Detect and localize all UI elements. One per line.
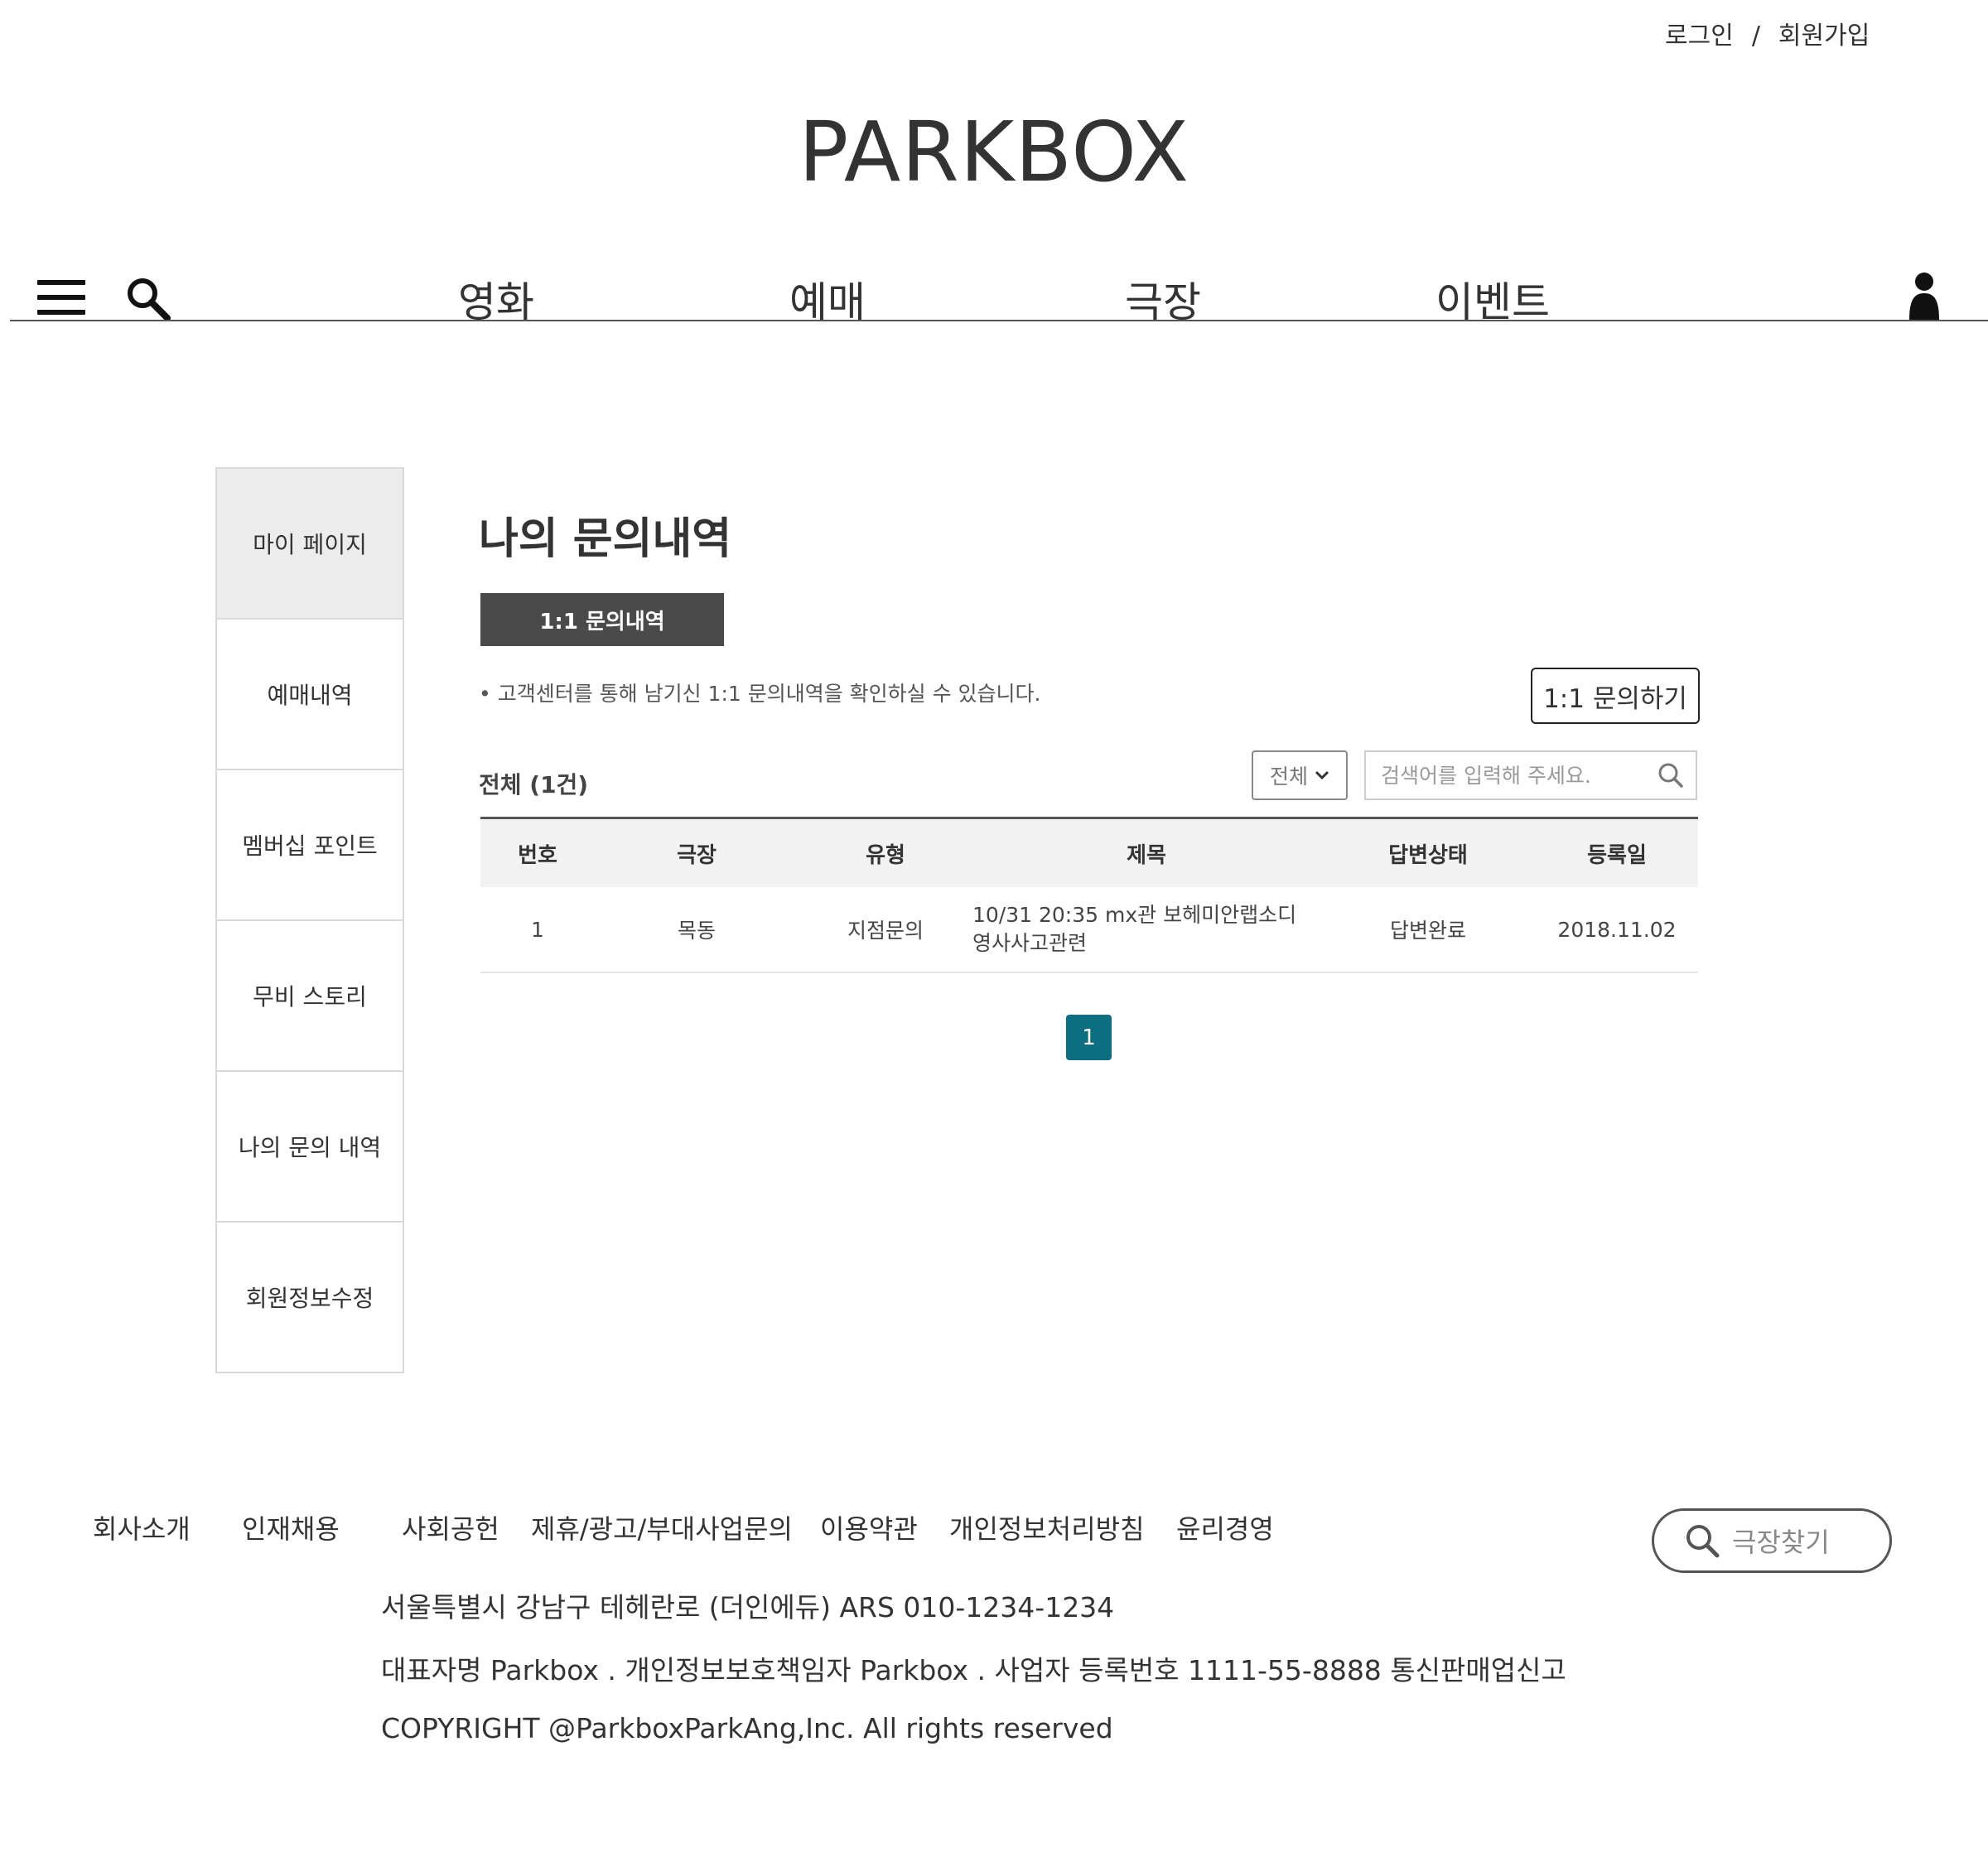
column-header-type: 유형 — [866, 842, 905, 868]
column-header-theater: 극장 — [677, 842, 717, 868]
footer-address: 서울특별시 강남구 테헤란로 (더인에듀) ARS 010-1234-1234 — [381, 1591, 1115, 1623]
search-icon — [1686, 1525, 1720, 1558]
sidebar-item-bookings[interactable]: 예매내역 — [217, 620, 403, 770]
footer-link-privacy[interactable]: 개인정보처리방침 — [949, 1508, 1145, 1546]
top-links: 로그인 / 회원가입 — [1665, 15, 1870, 51]
login-link[interactable]: 로그인 — [1665, 22, 1734, 51]
page-title: 나의 문의내역 — [479, 514, 732, 564]
pagination-page-current[interactable]: 1 — [1066, 1015, 1112, 1060]
sidebar-item-movie-story[interactable]: 무비 스토리 — [217, 921, 403, 1072]
result-count: 전체 (1건) — [479, 771, 589, 798]
column-header-date: 등록일 — [1587, 842, 1647, 868]
table-row[interactable]: 1 목동 지점문의 10/31 20:35 mx관 보헤미안랩소디 영사사고관련… — [480, 887, 1698, 973]
cell-title-line1: 10/31 20:35 mx관 보헤미안랩소디 — [972, 903, 1297, 927]
search-icon[interactable] — [1657, 762, 1684, 789]
tab-inquiry-history[interactable]: 1:1 문의내역 — [480, 593, 724, 646]
footer-link-ethics[interactable]: 윤리경영 — [1176, 1508, 1274, 1546]
user-icon[interactable] — [1908, 272, 1941, 320]
link-separator: / — [1751, 22, 1760, 51]
cell-number: 1 — [531, 917, 544, 942]
search-icon[interactable] — [124, 275, 172, 323]
search-input[interactable] — [1379, 762, 1657, 789]
signup-link[interactable]: 회원가입 — [1778, 22, 1870, 51]
footer-copyright: COPYRIGHT @ParkboxParkAng,Inc. All right… — [381, 1712, 1113, 1744]
footer-link-company[interactable]: 회사소개 — [93, 1508, 191, 1546]
footer-link-terms[interactable]: 이용약관 — [820, 1508, 918, 1546]
footer-company-info: 대표자명 Parkbox . 개인정보보호책임자 Parkbox . 사업자 등… — [381, 1654, 1566, 1686]
column-header-status: 답변상태 — [1388, 842, 1468, 868]
sidebar-item-edit-profile[interactable]: 회원정보수정 — [217, 1223, 403, 1372]
cell-theater: 목동 — [677, 919, 716, 943]
find-theater-button[interactable]: 극장찾기 — [1652, 1508, 1892, 1573]
filter-selected-value: 전체 — [1269, 765, 1308, 789]
nav-divider — [10, 320, 1988, 321]
cell-date: 2018.11.02 — [1557, 917, 1677, 942]
site-logo[interactable]: PARKBOX — [0, 104, 1988, 200]
cell-type: 지점문의 — [847, 919, 924, 943]
notice-text: • 고객센터를 통해 남기신 1:1 문의내역을 확인하실 수 있습니다. — [479, 682, 1041, 706]
column-header-number: 번호 — [518, 842, 557, 868]
sidebar: 마이 페이지 예매내역 멤버십 포인트 무비 스토리 나의 문의 내역 회원정보… — [215, 467, 404, 1373]
footer-link-careers[interactable]: 인재채용 — [242, 1508, 340, 1546]
sidebar-item-membership-points[interactable]: 멤버십 포인트 — [217, 770, 403, 921]
footer-link-partnership[interactable]: 제휴/광고/부대사업문의 — [531, 1508, 793, 1546]
sidebar-item-my-inquiries[interactable]: 나의 문의 내역 — [217, 1072, 403, 1223]
chevron-down-icon — [1315, 770, 1329, 780]
new-inquiry-button[interactable]: 1:1 문의하기 — [1531, 668, 1700, 724]
cell-title-line2: 영사사고관련 — [972, 931, 1088, 955]
column-header-title: 제목 — [1127, 842, 1166, 868]
sidebar-item-mypage[interactable]: 마이 페이지 — [217, 469, 403, 620]
inquiry-table: 번호 극장 유형 제목 답변상태 등록일 1 목동 지점문의 10/31 20:… — [480, 817, 1698, 973]
find-theater-label: 극장찾기 — [1732, 1527, 1830, 1558]
cell-title[interactable]: 10/31 20:35 mx관 보헤미안랩소디 영사사고관련 — [972, 901, 1320, 958]
table-header: 번호 극장 유형 제목 답변상태 등록일 — [480, 817, 1698, 887]
hamburger-menu-icon[interactable] — [37, 280, 87, 316]
footer-link-social[interactable]: 사회공헌 — [402, 1508, 499, 1546]
filter-select[interactable]: 전체 — [1252, 750, 1348, 800]
cell-status: 답변완료 — [1389, 919, 1466, 943]
search-field — [1364, 750, 1697, 800]
